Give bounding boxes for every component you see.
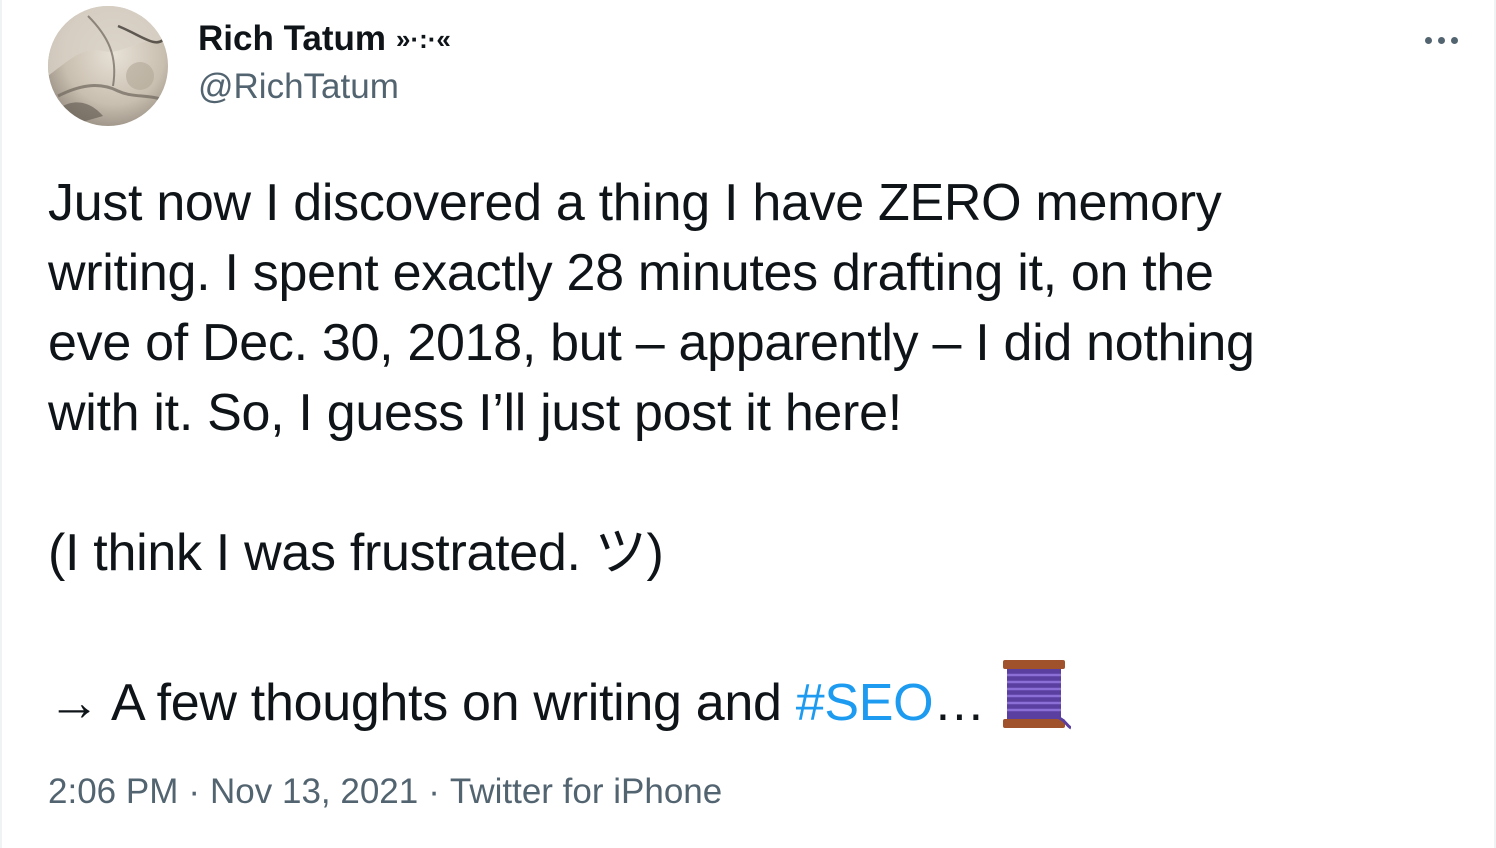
more-horizontal-icon [1451,36,1458,44]
more-options-button[interactable] [1425,30,1458,50]
ellipsis-text: … [933,674,986,732]
tweet-card: Rich Tatum »·:·« @RichTatum Just now I d… [0,0,1496,848]
author-handle[interactable]: @RichTatum [198,66,451,108]
tweet-text: Just now I discovered a thing I have ZER… [48,168,1458,748]
meta-separator: · [428,772,440,811]
avatar[interactable] [48,6,168,126]
author-name-decoration: »·:·« [395,24,451,54]
tweet-metadata: 2:06 PM · Nov 13, 2021 · Twitter for iPhone [48,770,722,814]
avatar-image [48,6,168,126]
author-block[interactable]: Rich Tatum »·:·« @RichTatum [198,18,451,108]
meta-separator: · [188,772,201,811]
hashtag-link[interactable]: #SEO [796,674,934,732]
author-display-name[interactable]: Rich Tatum »·:·« [198,18,451,60]
tweet-source[interactable]: Twitter for iPhone [450,772,722,811]
thread-spool-icon [1001,658,1072,748]
tweet-paragraph: Just now I discovered a thing I have ZER… [48,174,1255,442]
tweet-paragraph: (I think I was frustrated. ツ) [48,524,664,582]
more-horizontal-icon [1438,36,1445,44]
thread-intro-text: → A few thoughts on writing and [48,674,796,732]
tweet-date[interactable]: Nov 13, 2021 [210,772,418,811]
more-horizontal-icon [1425,36,1432,44]
author-name-text: Rich Tatum [198,19,386,58]
tweet-paragraph-thread: → A few thoughts on writing and #SEO… [48,658,1458,748]
tweet-time[interactable]: 2:06 PM [48,772,178,811]
